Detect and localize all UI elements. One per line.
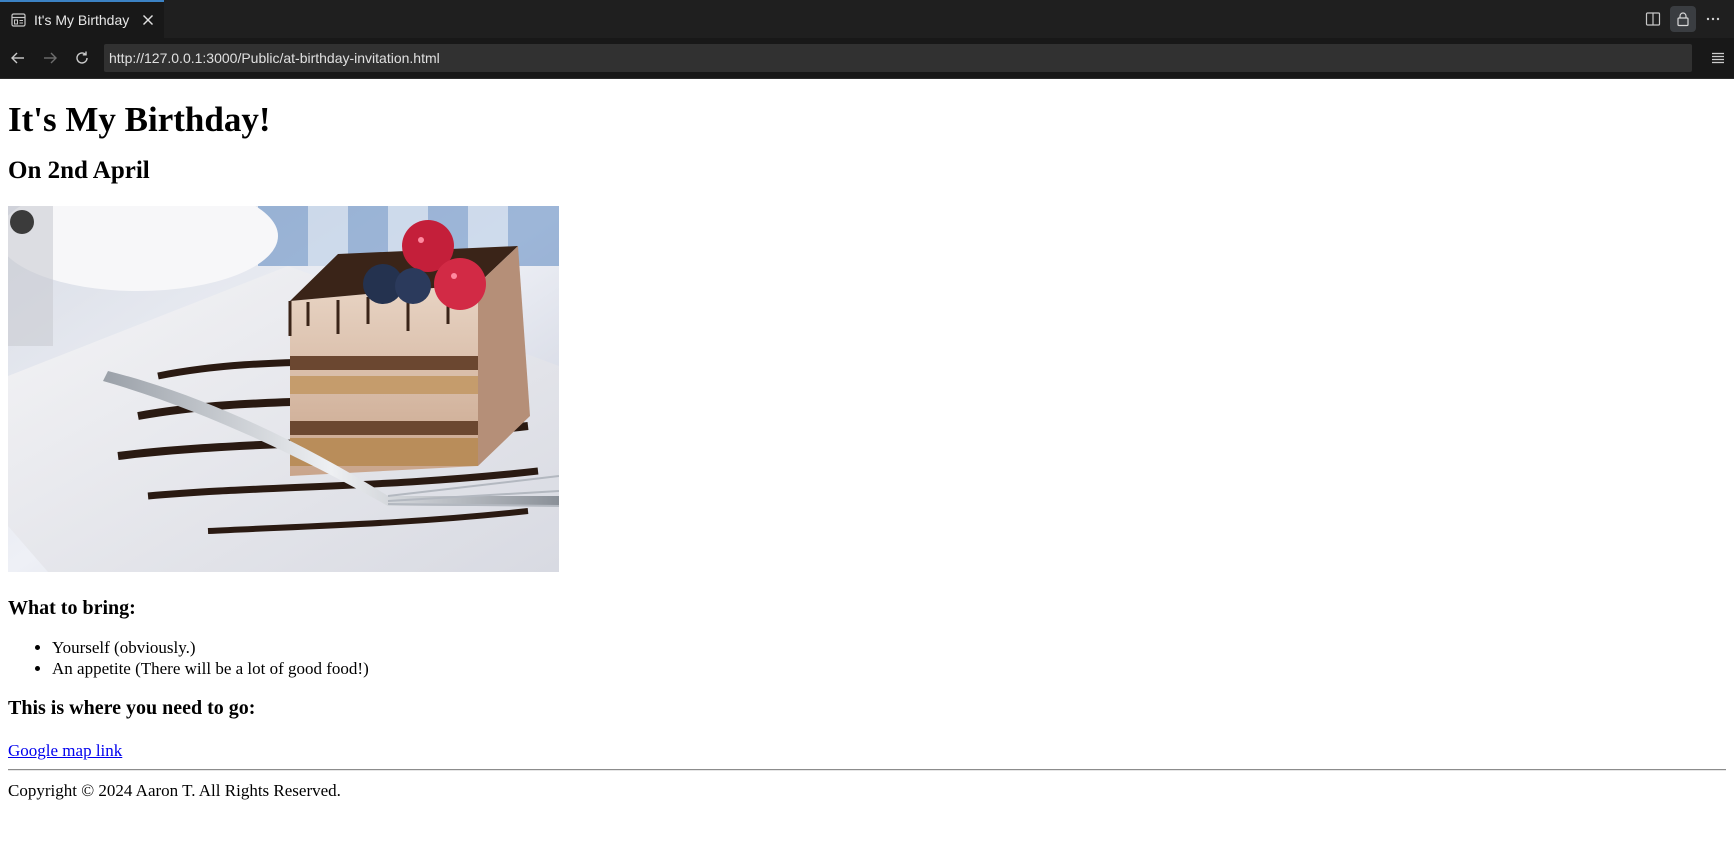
bring-heading: What to bring: xyxy=(8,597,136,619)
split-editor-icon[interactable] xyxy=(1640,6,1666,32)
cake-image xyxy=(8,206,559,572)
tab-active[interactable]: It's My Birthday xyxy=(0,0,164,38)
tab-title: It's My Birthday xyxy=(34,12,130,28)
lock-icon[interactable] xyxy=(1670,6,1696,32)
page-title: It's My Birthday! xyxy=(8,100,271,139)
page-preview-icon xyxy=(11,13,26,27)
tab-strip: It's My Birthday xyxy=(0,0,1734,38)
back-icon[interactable] xyxy=(2,42,34,74)
browser-window: It's My Birthday http://127.0.0.1:3000/P… xyxy=(0,0,1734,845)
tab-actions xyxy=(1640,0,1734,38)
where-heading: This is where you need to go: xyxy=(8,697,256,719)
bring-list: Yourself (obviously.) An appetite (There… xyxy=(8,637,1726,679)
divider xyxy=(8,769,1726,771)
copyright-footer: Copyright © 2024 Aaron T. All Rights Res… xyxy=(8,781,341,800)
list-item: Yourself (obviously.) xyxy=(52,637,1726,658)
address-bar xyxy=(0,38,1734,79)
menu-icon[interactable] xyxy=(1702,42,1734,74)
list-item: An appetite (There will be a lot of good… xyxy=(52,658,1726,679)
more-actions-icon[interactable] xyxy=(1700,6,1726,32)
close-icon[interactable] xyxy=(140,12,156,28)
url-field-container xyxy=(104,44,1692,72)
google-map-link[interactable]: Google map link xyxy=(8,741,122,761)
reload-icon[interactable] xyxy=(66,42,98,74)
url-field[interactable] xyxy=(109,50,1687,66)
event-date: On 2nd April xyxy=(8,157,150,184)
forward-icon[interactable] xyxy=(34,42,66,74)
page-content: It's My Birthday! On 2nd April What to b… xyxy=(0,79,1734,845)
